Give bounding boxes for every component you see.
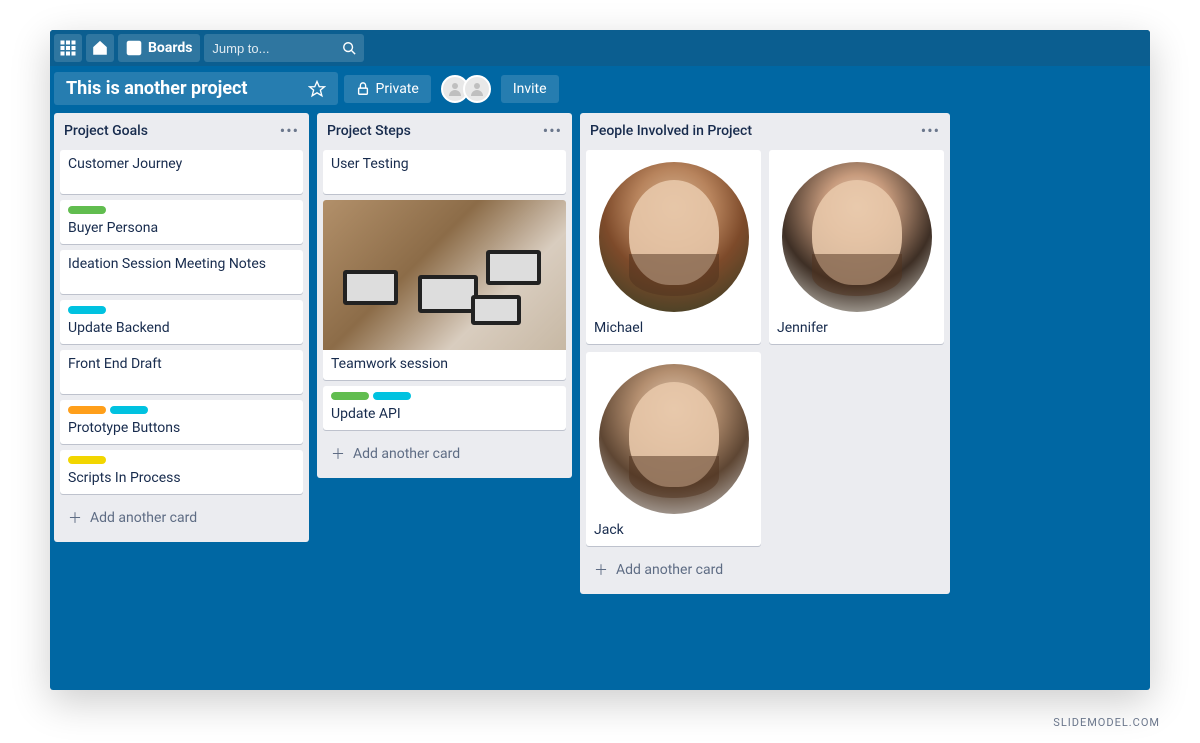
list-header: People Involved in Project ••• — [586, 119, 944, 144]
apps-menu-button[interactable] — [54, 34, 82, 62]
card-title: Update API — [331, 406, 401, 422]
card[interactable]: User Testing — [323, 150, 566, 194]
label-yellow[interactable] — [68, 456, 106, 464]
board-title[interactable]: This is another project — [54, 72, 338, 105]
add-card-button[interactable]: ＋ Add another card — [323, 436, 566, 472]
label-blue[interactable] — [110, 406, 148, 414]
card[interactable]: Prototype Buttons — [60, 400, 303, 444]
home-icon — [92, 40, 108, 56]
boards-icon — [126, 40, 142, 56]
person-icon — [469, 81, 485, 97]
topbar: Boards — [50, 30, 1150, 66]
card[interactable]: Update Backend — [60, 300, 303, 344]
boards-label: Boards — [148, 40, 192, 56]
card-title: User Testing — [331, 156, 409, 172]
board-title-text: This is another project — [66, 78, 248, 99]
card-labels — [68, 456, 295, 464]
list-menu-button[interactable]: ••• — [921, 121, 940, 140]
privacy-button[interactable]: Private — [344, 75, 431, 103]
card-labels — [68, 206, 295, 214]
list-project-goals: Project Goals ••• Customer Journey Buyer… — [54, 113, 309, 542]
list-title[interactable]: People Involved in Project — [590, 123, 752, 139]
list-people-involved: People Involved in Project ••• Michael J… — [580, 113, 950, 594]
member-avatar[interactable] — [463, 75, 491, 103]
invite-label: Invite — [513, 81, 547, 97]
label-blue[interactable] — [373, 392, 411, 400]
avatar — [599, 364, 749, 514]
card[interactable]: Customer Journey — [60, 150, 303, 194]
list-header: Project Goals ••• — [60, 119, 303, 144]
grid-icon — [60, 40, 76, 56]
person-icon — [447, 81, 463, 97]
card-labels — [68, 306, 295, 314]
avatar — [599, 162, 749, 312]
person-card[interactable]: Jennifer — [769, 150, 944, 344]
list-project-steps: Project Steps ••• User Testing Teamwork … — [317, 113, 572, 478]
list-menu-button[interactable]: ••• — [543, 121, 562, 140]
list-menu-button[interactable]: ••• — [280, 121, 299, 140]
person-name: Michael — [594, 320, 753, 336]
card-labels — [68, 406, 295, 414]
plus-icon: ＋ — [331, 444, 345, 464]
label-blue[interactable] — [68, 306, 106, 314]
plus-icon: ＋ — [68, 508, 82, 528]
star-icon[interactable] — [308, 80, 326, 98]
list-title[interactable]: Project Goals — [64, 123, 148, 139]
home-button[interactable] — [86, 34, 114, 62]
list-title[interactable]: Project Steps — [327, 123, 411, 139]
plus-icon: ＋ — [594, 560, 608, 580]
card-labels — [331, 392, 558, 400]
watermark: SLIDEMODEL.COM — [1053, 716, 1160, 729]
search-icon — [342, 41, 356, 55]
board-header: This is another project Private Invite — [50, 66, 1150, 113]
card-title: Front End Draft — [68, 356, 162, 372]
person-name: Jack — [594, 522, 753, 538]
card-cover-image — [323, 200, 566, 350]
card[interactable]: Scripts In Process — [60, 450, 303, 494]
add-card-label: Add another card — [90, 510, 197, 526]
person-card[interactable]: Jack — [586, 352, 761, 546]
card-title: Prototype Buttons — [68, 420, 180, 436]
card-title: Customer Journey — [68, 156, 182, 172]
card[interactable]: Ideation Session Meeting Notes — [60, 250, 303, 294]
lock-icon — [356, 82, 370, 96]
search-input-wrap[interactable] — [204, 34, 364, 62]
card-title: Update Backend — [68, 320, 170, 336]
search-input[interactable] — [212, 41, 322, 56]
card-title: Buyer Persona — [68, 220, 158, 236]
card[interactable]: Update API — [323, 386, 566, 430]
board-canvas: Project Goals ••• Customer Journey Buyer… — [50, 113, 1150, 594]
privacy-label: Private — [376, 81, 419, 97]
label-green[interactable] — [68, 206, 106, 214]
people-grid: Michael Jennifer Jack — [586, 150, 944, 546]
avatar — [782, 162, 932, 312]
card-title: Scripts In Process — [68, 470, 181, 486]
card[interactable]: Buyer Persona — [60, 200, 303, 244]
label-orange[interactable] — [68, 406, 106, 414]
card[interactable]: Front End Draft — [60, 350, 303, 394]
card-title: Ideation Session Meeting Notes — [68, 256, 266, 272]
person-name: Jennifer — [777, 320, 936, 336]
add-card-button[interactable]: ＋ Add another card — [60, 500, 303, 536]
board-members[interactable] — [437, 75, 495, 103]
list-header: Project Steps ••• — [323, 119, 566, 144]
add-card-label: Add another card — [616, 562, 723, 578]
person-card[interactable]: Michael — [586, 150, 761, 344]
label-green[interactable] — [331, 392, 369, 400]
add-card-label: Add another card — [353, 446, 460, 462]
card-title: Teamwork session — [331, 356, 448, 372]
card[interactable]: Teamwork session — [323, 200, 566, 380]
boards-button[interactable]: Boards — [118, 34, 200, 62]
invite-button[interactable]: Invite — [501, 75, 559, 103]
app-window: Boards This is another project Private I… — [50, 30, 1150, 690]
add-card-button[interactable]: ＋ Add another card — [586, 552, 944, 588]
